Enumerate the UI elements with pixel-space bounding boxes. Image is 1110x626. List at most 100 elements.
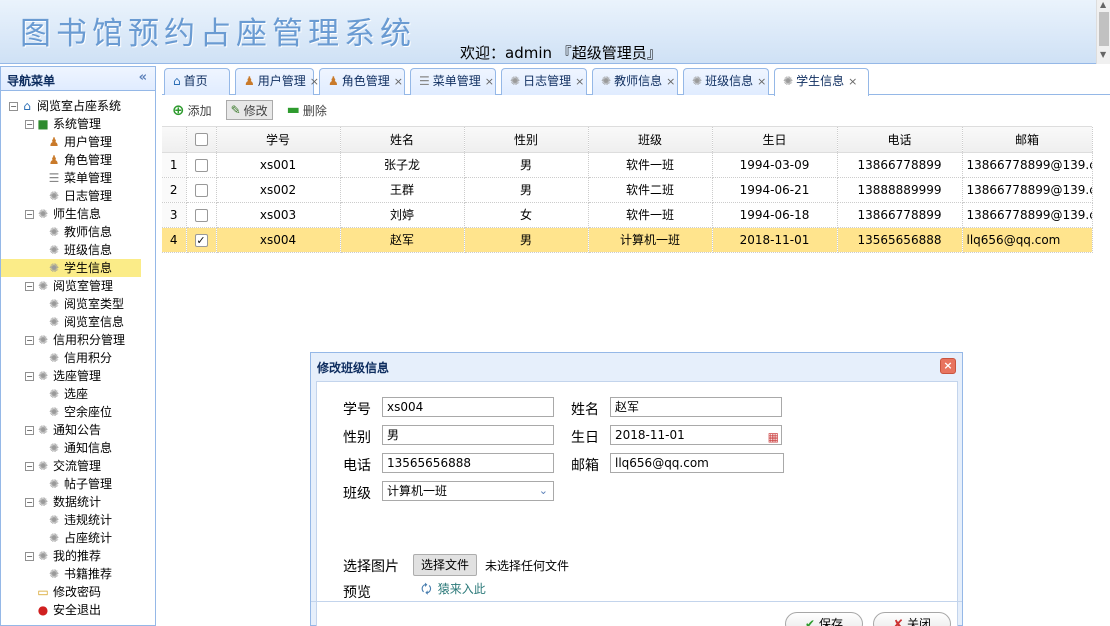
collapse-toggle-icon[interactable]: − bbox=[25, 497, 34, 507]
tree-item[interactable]: − ✺ 选座管理 bbox=[1, 367, 155, 385]
column-header[interactable]: 学号 bbox=[216, 127, 341, 153]
collapse-toggle-icon[interactable]: − bbox=[25, 425, 34, 435]
birthday-input[interactable]: 2018-11-01 ▦ bbox=[610, 425, 782, 445]
collapse-toggle-icon[interactable]: − bbox=[9, 101, 18, 111]
collapse-toggle-icon[interactable]: − bbox=[25, 209, 34, 219]
column-header[interactable]: 邮箱 bbox=[962, 127, 1093, 153]
tab-7[interactable]: ✺ 学生信息 × bbox=[774, 68, 869, 96]
tree-item[interactable]: ♟ 角色管理 bbox=[1, 151, 155, 169]
calendar-icon[interactable]: ▦ bbox=[768, 428, 779, 444]
tree-item[interactable]: ✺ 班级信息 bbox=[1, 241, 155, 259]
tree-item[interactable]: ♟ 用户管理 bbox=[1, 133, 155, 151]
collapse-toggle-icon[interactable]: − bbox=[25, 335, 34, 345]
table-cell: 13866778899 bbox=[837, 152, 963, 178]
close-icon[interactable]: × bbox=[848, 75, 857, 88]
column-header[interactable]: 生日 bbox=[712, 127, 838, 153]
tree-item[interactable]: − ✺ 阅览室管理 bbox=[1, 277, 155, 295]
close-icon[interactable]: × bbox=[666, 75, 675, 88]
name-input[interactable]: 赵军 bbox=[610, 397, 782, 417]
scroll-up-icon[interactable]: ▲ bbox=[1100, 0, 1106, 9]
close-icon[interactable]: × bbox=[940, 358, 956, 374]
close-icon[interactable]: × bbox=[757, 75, 766, 88]
close-icon[interactable]: × bbox=[485, 75, 494, 88]
tree-item[interactable]: ✺ 阅览室类型 bbox=[1, 295, 155, 313]
tab-4[interactable]: ✺ 日志管理 × bbox=[501, 68, 587, 95]
table-row[interactable]: 3 xs003 刘婷女软件一班 1994-06-18 13866778899 138667… bbox=[162, 202, 1093, 228]
column-header[interactable]: 班级 bbox=[588, 127, 713, 153]
row-checkbox[interactable] bbox=[186, 202, 217, 228]
class-label: 班级 bbox=[343, 486, 371, 502]
tab-5[interactable]: ✺ 教师信息 × bbox=[592, 68, 678, 95]
collapse-icon[interactable]: « bbox=[139, 70, 147, 85]
column-header[interactable]: 性别 bbox=[464, 127, 589, 153]
tree-item[interactable]: − ✺ 我的推荐 bbox=[1, 547, 155, 565]
column-header[interactable]: 姓名 bbox=[340, 127, 465, 153]
phone-input[interactable]: 13565656888 bbox=[382, 453, 554, 473]
tree-item[interactable]: − ✺ 交流管理 bbox=[1, 457, 155, 475]
collapse-toggle-icon[interactable]: − bbox=[25, 119, 34, 129]
sno-input[interactable]: xs004 bbox=[382, 397, 554, 417]
close-icon[interactable]: × bbox=[394, 75, 403, 88]
table-row[interactable]: 1 xs001 张子龙男软件一班 1994-03-09 13866778899 13866… bbox=[162, 152, 1093, 178]
tab-6[interactable]: ✺ 班级信息 × bbox=[683, 68, 769, 95]
table-row[interactable]: 2 xs002 王群男软件二班 1994-06-21 13888889999 138667… bbox=[162, 177, 1093, 203]
tab-1[interactable]: ♟ 用户管理 × bbox=[235, 68, 319, 95]
nav-panel: 导航菜单 « − ⌂ 阅览室占座系统 − ■ 系统管理 ♟ 用户管理 ♟ 角色管理 ☰ 菜单管理 ✺ 日志… bbox=[0, 66, 156, 626]
email-input[interactable]: llq656@qq.com bbox=[610, 453, 784, 473]
row-checkbox[interactable] bbox=[186, 177, 217, 203]
tree-item[interactable]: − ⌂ 阅览室占座系统 bbox=[1, 97, 155, 115]
table-cell: 13866778899@139.com bbox=[962, 152, 1093, 178]
tree-item[interactable]: ✺ 学生信息 bbox=[1, 259, 141, 277]
chevron-down-icon[interactable]: ⌄ bbox=[539, 482, 548, 500]
edit-button[interactable]: ✎ 修改 bbox=[225, 100, 273, 120]
row-checkbox[interactable]: ✓ bbox=[186, 227, 217, 253]
tree-item-label: 阅览室占座系统 bbox=[37, 99, 122, 113]
save-button[interactable]: ✔ 保存 bbox=[785, 612, 863, 626]
tree-item[interactable]: ✺ 选座 bbox=[1, 385, 155, 403]
gear-icon: ✺ bbox=[48, 531, 60, 545]
tree-item[interactable]: ✺ 违规统计 bbox=[1, 511, 155, 529]
select-all-checkbox[interactable] bbox=[186, 127, 217, 153]
class-select[interactable]: 计算机一班 ⌄ bbox=[382, 481, 554, 501]
tree-item[interactable]: ✺ 日志管理 bbox=[1, 187, 155, 205]
tree-item[interactable]: ✺ 空余座位 bbox=[1, 403, 155, 421]
column-header[interactable]: 电话 bbox=[837, 127, 963, 153]
tab-2[interactable]: ♟ 角色管理 × bbox=[319, 68, 405, 95]
row-checkbox[interactable] bbox=[186, 152, 217, 178]
tree-item[interactable]: ✺ 信用积分 bbox=[1, 349, 155, 367]
tree-item[interactable]: − ✺ 数据统计 bbox=[1, 493, 155, 511]
collapse-toggle-icon[interactable]: − bbox=[25, 281, 34, 291]
gear-icon: ✺ bbox=[37, 459, 49, 473]
tree-item[interactable]: − ✺ 信用积分管理 bbox=[1, 331, 155, 349]
table-cell: 男 bbox=[464, 177, 589, 203]
page-scrollbar[interactable]: ▲ ▼ bbox=[1096, 0, 1110, 64]
tree-item[interactable]: ✺ 占座统计 bbox=[1, 529, 155, 547]
tree-item[interactable]: ● 安全退出 bbox=[1, 601, 155, 619]
collapse-toggle-icon[interactable]: − bbox=[25, 551, 34, 561]
table-row[interactable]: 4 ✓ xs004 赵军男计算机一班 2018-11-01 13565656888 llq6… bbox=[162, 227, 1093, 253]
close-icon[interactable]: × bbox=[310, 75, 319, 88]
tree-item[interactable]: − ✺ 通知公告 bbox=[1, 421, 155, 439]
tree-item-label: 信用积分 bbox=[64, 351, 113, 365]
tree-item[interactable]: ✺ 阅览室信息 bbox=[1, 313, 155, 331]
tree-item[interactable]: ☰ 菜单管理 bbox=[1, 169, 155, 187]
tree-item[interactable]: ✺ 书籍推荐 bbox=[1, 565, 155, 583]
collapse-toggle-icon[interactable]: − bbox=[25, 371, 34, 381]
tree-item[interactable]: ▭ 修改密码 bbox=[1, 583, 155, 601]
tree-item[interactable]: ✺ 通知信息 bbox=[1, 439, 155, 457]
add-button[interactable]: ⊕ 添加 bbox=[168, 100, 216, 120]
tree-item[interactable]: − ✺ 师生信息 bbox=[1, 205, 155, 223]
scrollbar-thumb[interactable] bbox=[1099, 12, 1109, 46]
close-icon[interactable]: × bbox=[575, 75, 584, 88]
scroll-down-icon[interactable]: ▼ bbox=[1100, 50, 1106, 59]
tab-0[interactable]: ⌂ 首页 bbox=[164, 68, 230, 95]
delete-button[interactable]: ▬ 删除 bbox=[283, 100, 331, 120]
tree-item[interactable]: − ■ 系统管理 bbox=[1, 115, 155, 133]
tree-item[interactable]: ✺ 帖子管理 bbox=[1, 475, 155, 493]
tree-item[interactable]: ✺ 教师信息 bbox=[1, 223, 155, 241]
cancel-button[interactable]: ✘ 关闭 bbox=[873, 612, 951, 626]
collapse-toggle-icon[interactable]: − bbox=[25, 461, 34, 471]
choose-file-button[interactable]: 选择文件 bbox=[413, 554, 478, 576]
gender-input[interactable]: 男 bbox=[382, 425, 554, 445]
tab-3[interactable]: ☰ 菜单管理 × bbox=[410, 68, 496, 95]
